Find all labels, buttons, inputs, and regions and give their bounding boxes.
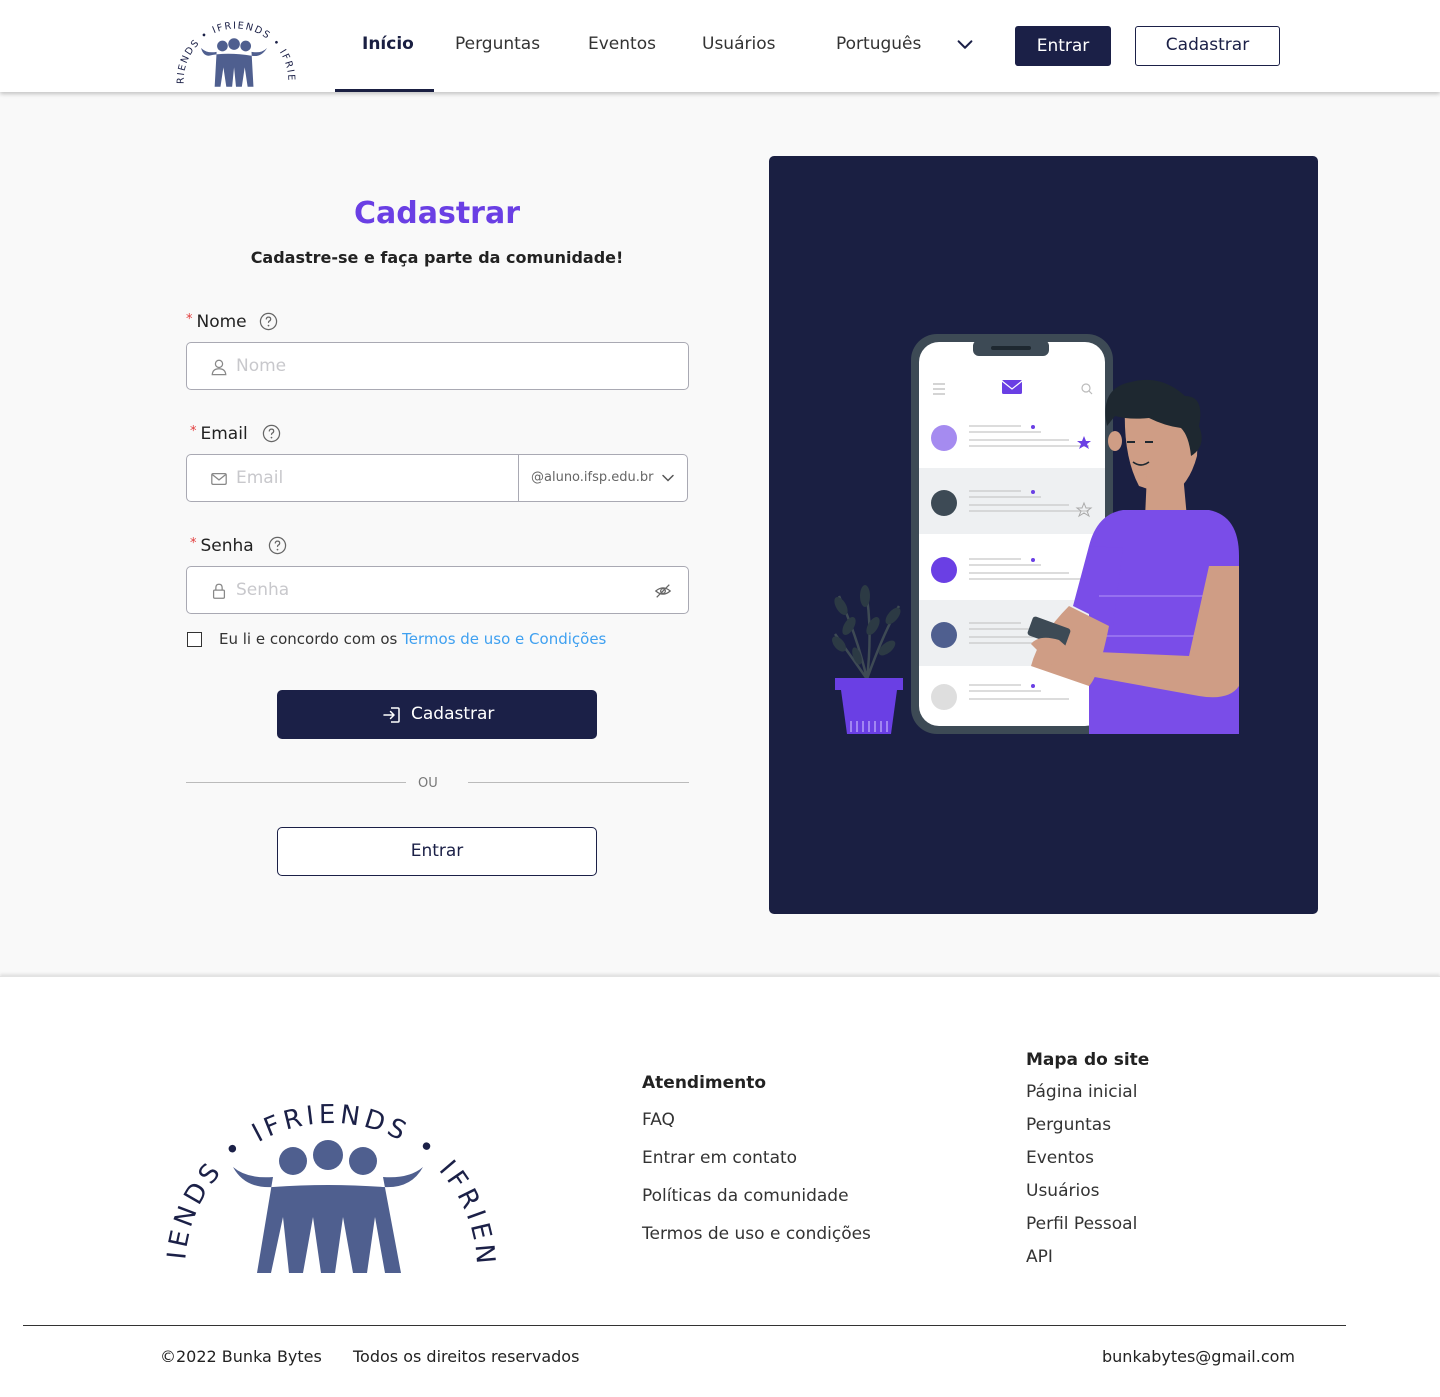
terms-link[interactable]: Termos de uso e Condições [402, 630, 606, 648]
footer: IFRIENDS • IFRIENDS • IFRIENDS Atendimen… [0, 976, 1440, 1397]
nav-events[interactable]: Eventos [588, 34, 656, 54]
help-icon[interactable] [262, 424, 281, 443]
plant-illustration [832, 585, 903, 734]
form-title: Cadastrar [353, 196, 520, 231]
illustration-panel [769, 156, 1318, 914]
email-domain-value: @aluno.ifsp.edu.br [531, 470, 654, 485]
email-field[interactable]: Email @aluno.ifsp.edu.br [186, 454, 688, 502]
nav-questions[interactable]: Perguntas [455, 34, 540, 54]
login-alt-button[interactable]: Entrar [277, 827, 597, 876]
ifriends-logo[interactable]: • IFRIENDS • IFRIENDS • IFRIENDS [172, 2, 300, 90]
eye-off-icon[interactable] [654, 582, 672, 600]
footer-link-users[interactable]: Usuários [1026, 1181, 1099, 1201]
help-icon[interactable] [268, 536, 287, 555]
footer-link-contact[interactable]: Entrar em contato [642, 1148, 797, 1168]
name-placeholder: Nome [236, 356, 287, 376]
footer-link-events[interactable]: Eventos [1026, 1148, 1094, 1168]
footer-link-profile[interactable]: Perfil Pessoal [1026, 1214, 1137, 1234]
email-label: * Email [190, 424, 248, 444]
login-button[interactable]: Entrar [1015, 26, 1111, 66]
footer-link-api[interactable]: API [1026, 1247, 1053, 1267]
terms-text: Eu li e concordo com os Termos de uso e … [219, 630, 607, 648]
signup-submit-button[interactable]: Cadastrar [277, 690, 597, 739]
password-placeholder: Senha [236, 580, 290, 600]
lock-icon [212, 583, 226, 599]
footer-divider [23, 1325, 1346, 1326]
nav-users[interactable]: Usuários [702, 34, 775, 54]
help-icon[interactable] [259, 312, 278, 331]
support-heading: Atendimento [642, 1073, 767, 1093]
divider-right [468, 782, 689, 784]
chevron-down-icon [662, 474, 674, 482]
nav-home[interactable]: Início [362, 34, 414, 54]
name-field[interactable]: Nome [186, 342, 689, 390]
contact-email[interactable]: bunkabytes@gmail.com [1102, 1347, 1295, 1366]
footer-link-faq[interactable]: FAQ [642, 1110, 675, 1130]
form-subtitle: Cadastre-se e faça parte da comunidade! [250, 248, 624, 267]
rights-text: Todos os direitos reservados [353, 1347, 580, 1366]
language-select[interactable]: Português [836, 34, 978, 58]
name-label: * Nome [186, 312, 247, 332]
language-selected: Português [836, 34, 922, 54]
active-tab-indicator [335, 89, 434, 92]
password-field[interactable]: Senha [186, 566, 689, 614]
footer-link-questions[interactable]: Perguntas [1026, 1115, 1111, 1135]
footer-link-home[interactable]: Página inicial [1026, 1082, 1137, 1102]
ifriends-logo-footer: IFRIENDS • IFRIENDS • IFRIENDS [165, 1037, 496, 1273]
top-navbar: • IFRIENDS • IFRIENDS • IFRIENDS Início … [0, 0, 1440, 92]
footer-link-terms[interactable]: Termos de uso e condições [642, 1224, 871, 1244]
divider-text: OU [418, 776, 438, 791]
password-label: * Senha [190, 536, 254, 556]
sitemap-heading: Mapa do site [1026, 1050, 1150, 1070]
terms-checkbox[interactable] [187, 632, 202, 647]
phone-person-illustration [832, 334, 1239, 734]
footer-link-policies[interactable]: Políticas da comunidade [642, 1186, 849, 1206]
email-placeholder: Email [236, 468, 284, 488]
copyright: ©2022 Bunka Bytes [160, 1347, 322, 1366]
user-icon [211, 359, 227, 376]
login-icon [383, 707, 400, 723]
signup-button[interactable]: Cadastrar [1135, 26, 1280, 66]
mail-icon [211, 472, 227, 486]
email-domain-select[interactable]: @aluno.ifsp.edu.br [518, 455, 688, 501]
divider-left [186, 782, 406, 784]
chevron-down-icon [957, 40, 973, 49]
